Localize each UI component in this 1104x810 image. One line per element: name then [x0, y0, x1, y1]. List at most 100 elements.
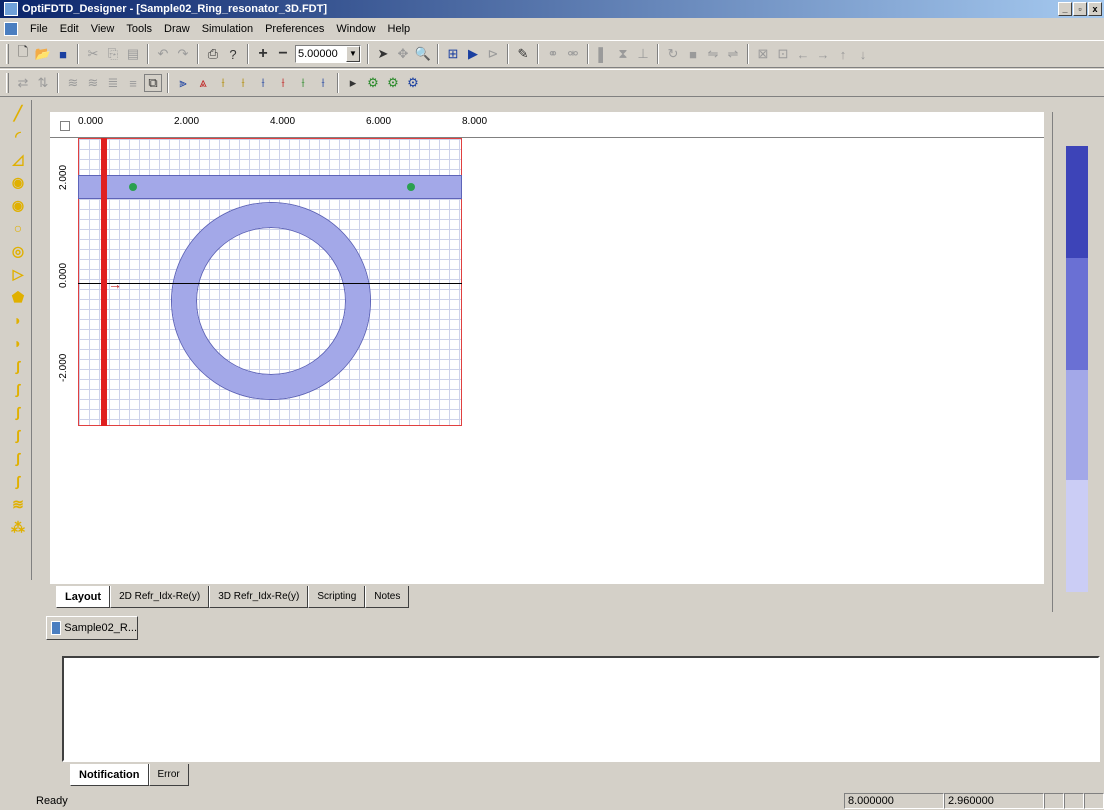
menu-preferences[interactable]: Preferences [259, 23, 330, 35]
s-bend-line-icon[interactable]: ∫ [8, 471, 28, 491]
zoom-tool-icon[interactable]: 🔍 [414, 45, 432, 63]
fill-icon[interactable]: ≋ [64, 74, 82, 92]
zoom-out-button[interactable]: − [274, 45, 292, 63]
ellipse-icon[interactable]: ○ [8, 218, 28, 238]
s-bend-sine-icon[interactable]: ∫ [8, 379, 28, 399]
s-bend-arc-icon[interactable]: ∫ [8, 425, 28, 445]
copy-icon[interactable]: ⎘ [104, 45, 122, 63]
exponential-waveguide-icon[interactable]: ◉ [8, 195, 28, 215]
link-icon[interactable]: ⚭ [544, 45, 562, 63]
ruler-corner-box[interactable] [60, 121, 70, 131]
tapered-waveguide-icon[interactable]: ◿ [8, 149, 28, 169]
select-arrow-icon[interactable]: ➤ [374, 45, 392, 63]
redo-icon[interactable]: ↷ [174, 45, 192, 63]
save-icon[interactable]: ■ [54, 45, 72, 63]
s-bend-cosine-icon[interactable]: ∫ [8, 402, 28, 422]
arrow-right-icon[interactable]: → [814, 45, 832, 63]
observation-x-icon[interactable]: ⟊ [294, 74, 312, 92]
menu-tools[interactable]: Tools [120, 23, 158, 35]
input-plane-icon[interactable]: ⫸ [174, 74, 192, 92]
minimize-button[interactable]: _ [1058, 2, 1072, 16]
group-icon[interactable]: ⊠ [754, 45, 772, 63]
s-bend-icon[interactable]: ∫ [8, 356, 28, 376]
toolbar-grip[interactable] [6, 73, 9, 93]
ring-resonator[interactable] [172, 203, 370, 399]
align-center-icon[interactable]: ⧗ [614, 45, 632, 63]
flip-h-icon[interactable]: ⇋ [704, 45, 722, 63]
triangle-icon[interactable]: ▷ [8, 264, 28, 284]
cut-icon[interactable]: ✂ [84, 45, 102, 63]
tab-layout[interactable]: Layout [56, 586, 111, 608]
s-bend-alt-icon[interactable]: ∫ [8, 448, 28, 468]
zoom-in-button[interactable]: + [254, 45, 272, 63]
menu-draw[interactable]: Draw [158, 23, 196, 35]
layer-toggle-icon[interactable]: ⧉ [144, 74, 162, 92]
maximize-button[interactable]: ▫ [1073, 2, 1087, 16]
swap-h-icon[interactable]: ⇄ [14, 74, 32, 92]
menu-help[interactable]: Help [382, 23, 417, 35]
notification-panel[interactable] [62, 656, 1100, 762]
arrow-up-icon[interactable]: ↑ [834, 45, 852, 63]
lattice-icon[interactable]: ⁂ [8, 517, 28, 537]
waveguide-start-point[interactable] [129, 183, 137, 191]
toolbar-grip[interactable] [6, 44, 9, 64]
polygon-icon[interactable]: ⬟ [8, 287, 28, 307]
point-tool-icon[interactable]: ✎ [514, 45, 532, 63]
move-right-icon[interactable]: ▶ [464, 45, 482, 63]
help-icon[interactable]: ? [224, 45, 242, 63]
pan-icon[interactable]: ✥ [394, 45, 412, 63]
arrow-down-icon[interactable]: ↓ [854, 45, 872, 63]
new-file-icon[interactable]: 🗋 [14, 44, 32, 63]
grid-icon[interactable]: ⊞ [444, 45, 462, 63]
menu-edit[interactable]: Edit [54, 23, 85, 35]
d-shape-icon[interactable]: ◗ [8, 310, 28, 330]
pattern-alt-icon[interactable]: ≡ [124, 74, 142, 92]
close-button[interactable]: x [1088, 2, 1102, 16]
simulate-3d-icon[interactable]: ⚙ [384, 74, 402, 92]
observation-z-icon[interactable]: ⟊ [254, 74, 272, 92]
observation-line-icon[interactable]: ⟊ [214, 74, 232, 92]
open-folder-icon[interactable]: 📂 [34, 45, 52, 63]
arc-waveguide-icon[interactable]: ◜ [8, 126, 28, 146]
parabolic-waveguide-icon[interactable]: ◉ [8, 172, 28, 192]
arrow-left-icon[interactable]: ← [794, 45, 812, 63]
tab-notes[interactable]: Notes [365, 586, 410, 608]
tab-notification[interactable]: Notification [70, 764, 149, 786]
paste-icon[interactable]: ▤ [124, 45, 142, 63]
flip-v-icon[interactable]: ⇌ [724, 45, 742, 63]
align-bottom-icon[interactable]: ⊥ [634, 45, 652, 63]
observation-area-icon[interactable]: ⟊ [234, 74, 252, 92]
tab-error[interactable]: Error [148, 764, 189, 786]
observation-point-icon[interactable]: ⩓ [194, 74, 212, 92]
menu-window[interactable]: Window [330, 23, 381, 35]
tab-2d-refr-idx[interactable]: 2D Refr_Idx-Re(y) [110, 586, 210, 608]
print-icon[interactable]: ⎙ [204, 45, 222, 63]
rectangle-icon[interactable]: ■ [684, 45, 702, 63]
linear-waveguide-icon[interactable]: ╱ [8, 103, 28, 123]
menu-file[interactable]: File [24, 23, 54, 35]
ring-icon[interactable]: ◎ [8, 241, 28, 261]
run-icon[interactable]: ▸ [344, 74, 362, 92]
rotate-icon[interactable]: ↻ [664, 45, 682, 63]
zoom-select[interactable]: 5.00000 ▼ [295, 45, 361, 63]
swap-v-icon[interactable]: ⇅ [34, 74, 52, 92]
tab-scripting[interactable]: Scripting [308, 586, 366, 608]
observation-3d-icon[interactable]: ⟊ [314, 74, 332, 92]
chevron-down-icon[interactable]: ▼ [346, 46, 360, 62]
observation-y-icon[interactable]: ⟊ [274, 74, 292, 92]
fill-alt-icon[interactable]: ≋ [84, 74, 102, 92]
tab-3d-refr-idx[interactable]: 3D Refr_Idx-Re(y) [209, 586, 309, 608]
undo-icon[interactable]: ↶ [154, 45, 172, 63]
mdi-document-tab[interactable]: Sample02_R... [46, 616, 138, 640]
unlink-icon[interactable]: ⚮ [564, 45, 582, 63]
simulate-2d-icon[interactable]: ⚙ [364, 74, 382, 92]
document-icon[interactable] [4, 22, 18, 36]
simulate-params-icon[interactable]: ⚙ [404, 74, 422, 92]
pattern-icon[interactable]: ≣ [104, 74, 122, 92]
align-left-icon[interactable]: ▌ [594, 45, 612, 63]
menu-simulation[interactable]: Simulation [196, 23, 259, 35]
input-plane-source[interactable] [101, 138, 107, 426]
d-shape-alt-icon[interactable]: ◗ [8, 333, 28, 353]
wire-icon[interactable]: ≋ [8, 494, 28, 514]
menu-view[interactable]: View [85, 23, 121, 35]
